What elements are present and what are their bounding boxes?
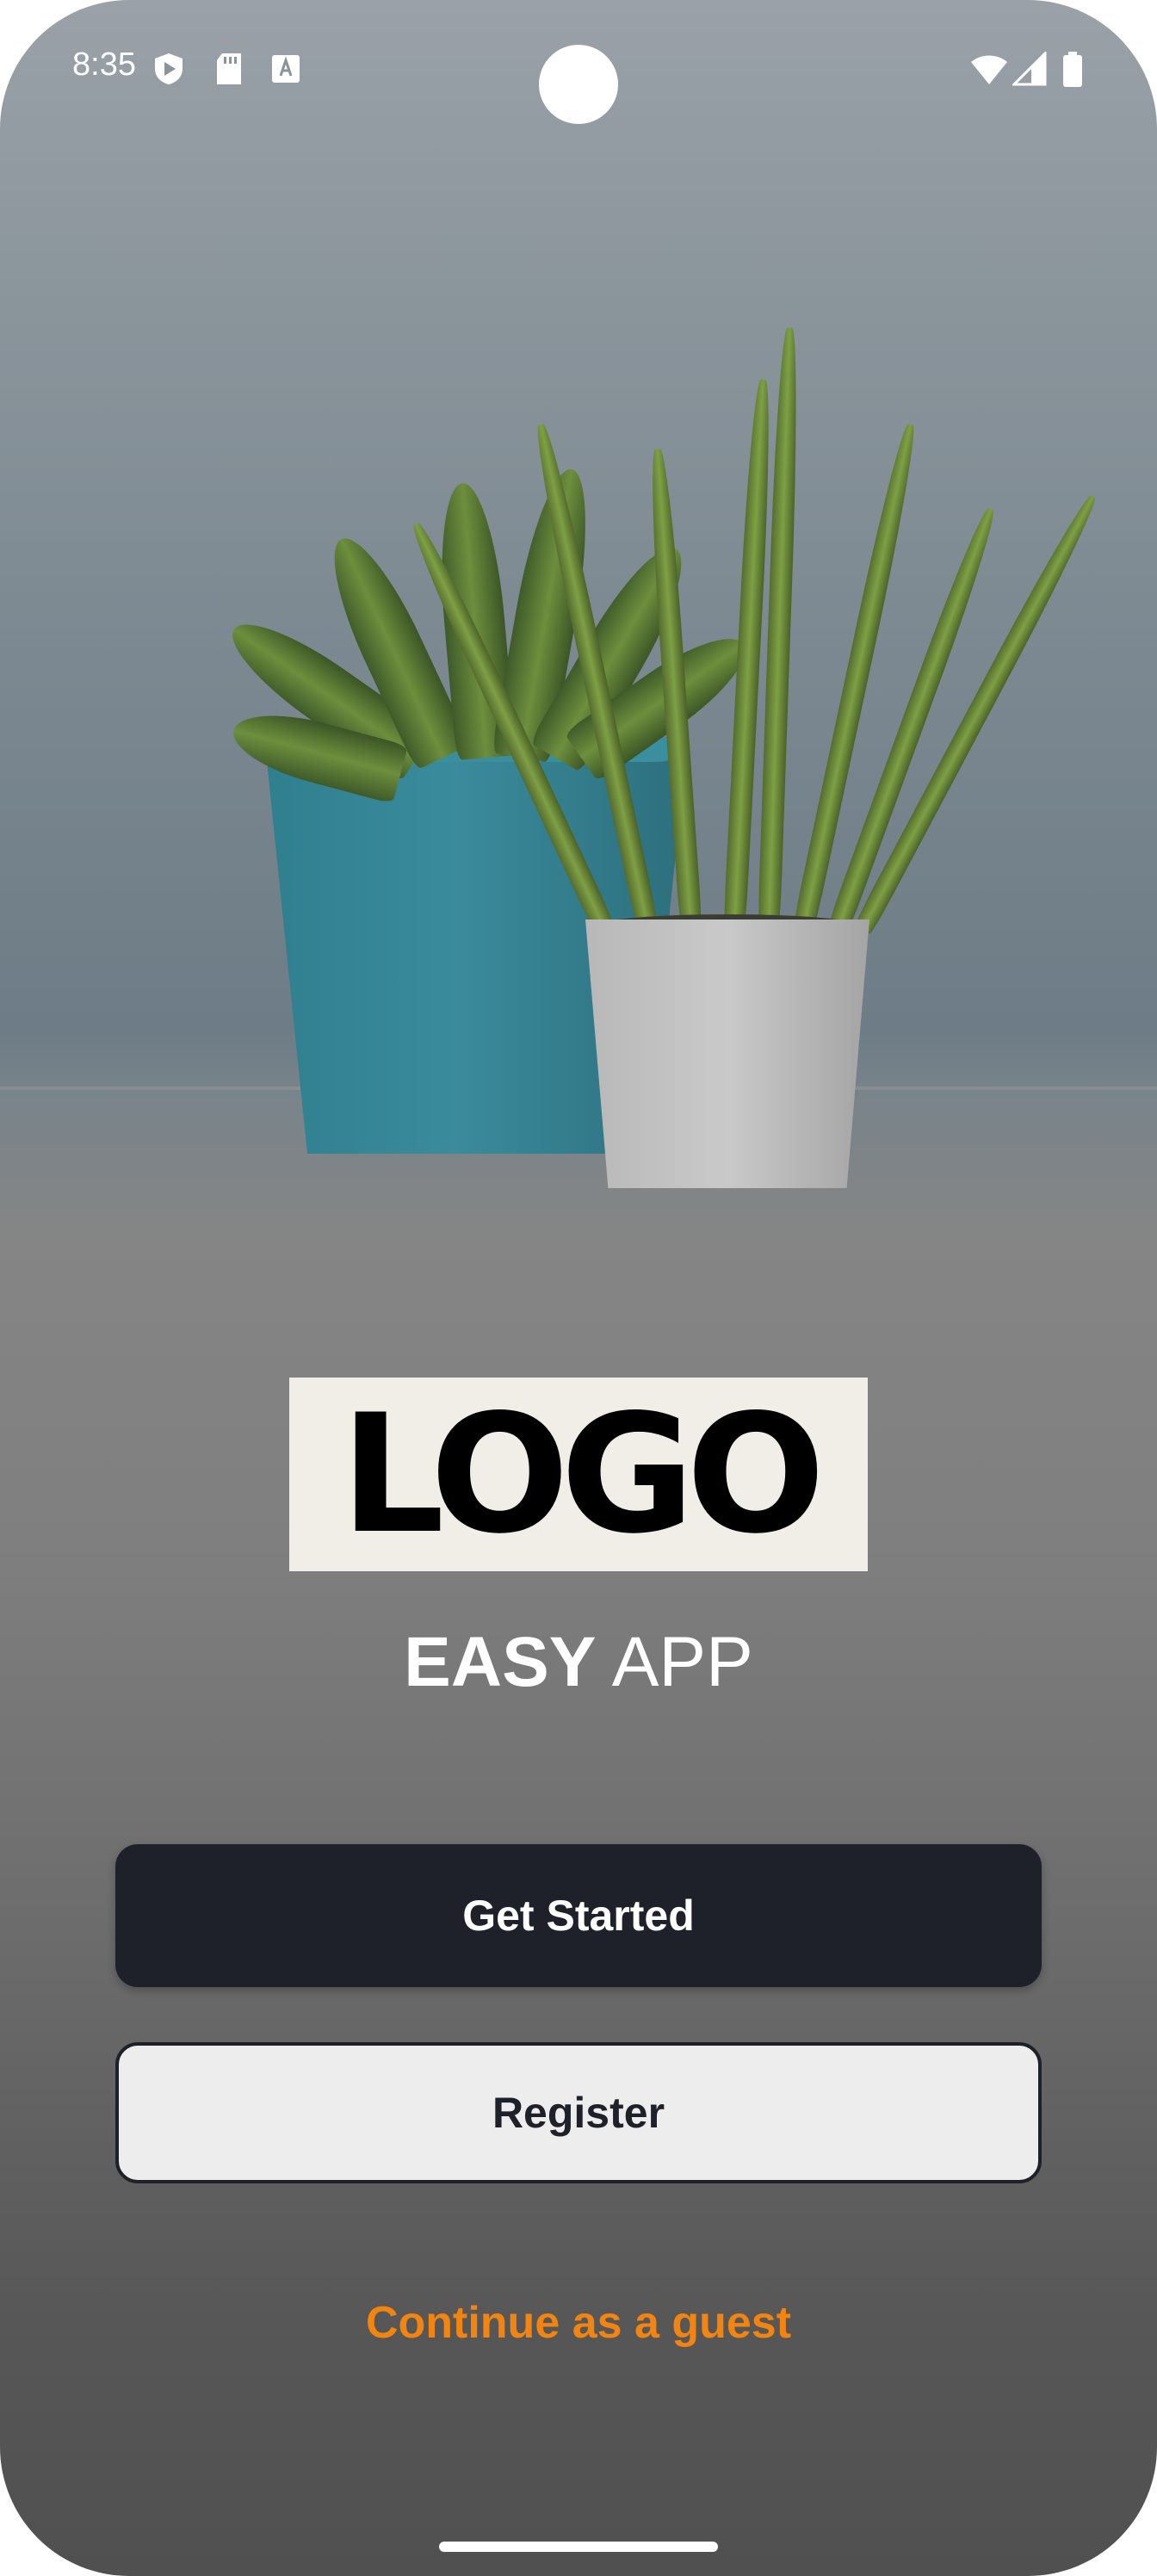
logo-text: LOGO [340, 1378, 825, 1570]
continue-as-guest-link[interactable]: Continue as a guest [0, 2297, 1157, 2349]
app-logo: LOGO [289, 1378, 868, 1571]
register-label: Register [492, 2089, 665, 2137]
camera-cutout [539, 45, 618, 124]
white-pot [585, 920, 869, 1188]
battery-icon [1063, 52, 1082, 87]
app-title-regular: APP [611, 1623, 753, 1701]
app-title-bold: EASY [404, 1623, 597, 1701]
status-time: 8:35 [72, 46, 136, 83]
register-button[interactable]: Register [115, 2042, 1042, 2183]
wifi-icon [971, 55, 1007, 84]
sd-card-icon [217, 53, 241, 84]
font-icon [272, 55, 300, 83]
get-started-button[interactable]: Get Started [115, 1844, 1042, 1987]
app-title: EASY APP [0, 1627, 1157, 1698]
screen: 8:35 LOGO EASY APP Get Started Register … [0, 0, 1157, 2576]
home-indicator[interactable] [439, 2542, 718, 2552]
shield-play-icon [155, 53, 183, 84]
get-started-label: Get Started [462, 1892, 695, 1940]
signal-icon [1012, 52, 1047, 86]
